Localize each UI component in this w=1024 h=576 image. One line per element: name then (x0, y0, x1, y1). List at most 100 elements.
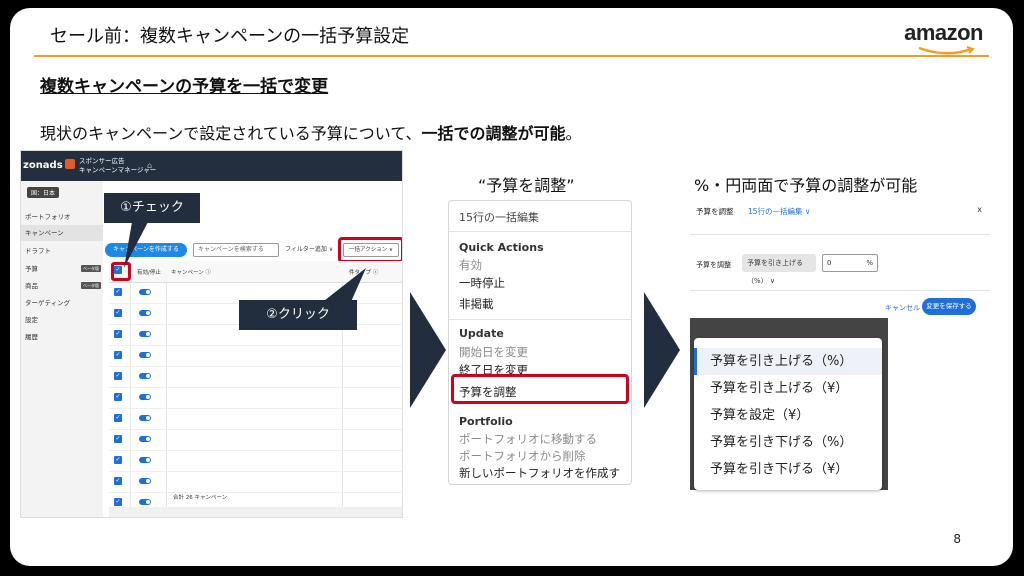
step-arrow-icon (410, 292, 446, 408)
title-divider (34, 55, 989, 57)
flag-icon (65, 159, 75, 169)
dialog-divider (690, 290, 990, 291)
sidebar-item-label: 商品 (25, 282, 38, 290)
table-row[interactable]: ✓ (109, 430, 402, 451)
menu-item-enable[interactable]: 有効 (459, 257, 482, 273)
sidebar-item-budget[interactable]: 予算 ベータ版 (21, 261, 103, 277)
sidebar-item-label: ポートフォリオ (25, 213, 71, 221)
table-row[interactable]: ✓ (109, 451, 402, 472)
cancel-button[interactable]: キャンセル (885, 303, 920, 313)
dialog-divider (690, 234, 990, 235)
sidebar-item-settings[interactable]: 設定 (21, 312, 103, 328)
status-toggle[interactable] (139, 415, 151, 421)
manager-line-2: キャンペーンマネージャー (79, 166, 157, 174)
row-checkbox[interactable]: ✓ (114, 393, 122, 401)
menu-item-archive[interactable]: 非掲載 (459, 296, 494, 312)
step-arrow-icon (644, 292, 680, 408)
sidebar-item-portfolio[interactable]: ポートフォリオ (21, 209, 103, 225)
status-toggle[interactable] (139, 289, 151, 295)
sidebar-item-label: 設定 (25, 316, 38, 324)
adjust-caption: %・円両面で予算の調整が可能 (694, 176, 918, 195)
save-changes-button[interactable]: 変更を保存する (922, 298, 976, 315)
row-checkbox[interactable]: ✓ (114, 498, 122, 506)
dialog-row-count-dropdown[interactable]: 15行の一括編集 ∨ (748, 206, 810, 217)
close-icon[interactable]: x (977, 205, 982, 214)
menu-item-create-portfolio[interactable]: 新しいポートフォリオを作成する (459, 465, 631, 484)
status-toggle[interactable] (139, 331, 151, 337)
row-checkbox[interactable]: ✓ (114, 330, 122, 338)
check-pointer-icon (124, 222, 148, 268)
country-selector[interactable]: 国：日本 (27, 187, 60, 198)
menu-caption: “予算を調整” (478, 176, 575, 195)
table-row[interactable]: ✓ (109, 409, 402, 430)
sidebar-item-drafts[interactable]: ドラフト (21, 243, 103, 259)
table-row[interactable]: ✓ (109, 472, 402, 493)
add-filter-button[interactable]: フィルター追加 ∨ (285, 243, 333, 257)
option-increase-yen[interactable]: 予算を引き上げる（¥） (694, 375, 882, 402)
sidebar-item-label: ターゲティング (25, 299, 71, 307)
menu-item-remove-from-portfolio[interactable]: ポートフォリオから削除 (459, 448, 586, 464)
row-checkbox[interactable]: ✓ (114, 435, 122, 443)
campaign-console-screenshot: zonads スポンサー広告 キャンペーンマネージャー ⌂ 国：日本 ポートフォ… (20, 150, 403, 518)
sidebar-item-products[interactable]: 商品 ベータ版 (21, 278, 103, 294)
campaign-search-input[interactable]: キャンペーンを検索する (193, 243, 279, 257)
home-icon[interactable]: ⌂ (147, 161, 152, 170)
console-brand: zonads (23, 160, 63, 171)
sidebar-item-label: 履歴 (25, 333, 38, 341)
option-decrease-yen[interactable]: 予算を引き下げる（¥） (694, 456, 882, 483)
menu-item-move-to-portfolio[interactable]: ポートフォリオに移動する (459, 431, 597, 447)
row-checkbox[interactable]: ✓ (114, 414, 122, 422)
status-toggle[interactable] (139, 373, 151, 379)
check-callout: ①チェック (104, 193, 200, 223)
dialog-title: 予算を調整 (696, 207, 734, 216)
section-heading: 複数キャンペーンの予算を一括で変更 (40, 77, 329, 97)
table-row[interactable]: ✓ (109, 367, 402, 388)
adjust-budget-dialog: 予算を調整 15行の一括編集 ∨ x 予算を調整 予算を引き上げる（%） ∨ 0… (690, 198, 990, 318)
amazon-logo: amazon (904, 20, 983, 45)
beta-badge: ベータ版 (81, 265, 101, 272)
option-increase-percent[interactable]: 予算を引き上げる（%） (694, 348, 882, 375)
status-toggle[interactable] (139, 394, 151, 400)
sidebar-item-label: 予算 (25, 265, 38, 273)
bulk-edit-menu: 15行の一括編集 Quick Actions 有効 一時停止 非掲載 Updat… (448, 200, 632, 485)
menu-section-portfolio: Portfolio (459, 415, 513, 428)
menu-item-change-start-date[interactable]: 開始日を変更 (459, 344, 528, 360)
table-row[interactable]: ✓ (109, 346, 402, 367)
status-toggle[interactable] (139, 310, 151, 316)
campaign-total: 合計 26 キャンペーン (173, 495, 228, 501)
row-checkbox[interactable]: ✓ (114, 309, 122, 317)
option-set-yen[interactable]: 予算を設定（¥） (694, 402, 882, 429)
status-toggle[interactable] (139, 457, 151, 463)
console-sidebar: 国：日本 ポートフォリオ キャンペーン ドラフト 予算 ベータ版 商品 ベータ版 タ… (21, 181, 103, 517)
status-toggle[interactable] (139, 352, 151, 358)
row-checkbox[interactable]: ✓ (114, 351, 122, 359)
table-scrollbar[interactable] (109, 507, 402, 517)
status-toggle[interactable] (139, 499, 151, 505)
menu-item-pause[interactable]: 一時停止 (459, 275, 505, 291)
table-row[interactable]: ✓ (109, 388, 402, 409)
beta-badge: ベータ版 (81, 282, 101, 289)
console-header: zonads スポンサー広告 キャンペーンマネージャー ⌂ (21, 151, 402, 181)
bulk-actions-highlight (338, 237, 402, 263)
page-number: 8 (953, 532, 961, 546)
description-emphasis: 一括での調整が可能 (421, 124, 566, 143)
row-checkbox[interactable]: ✓ (114, 456, 122, 464)
column-header-campaign[interactable]: キャンペーン ⓘ (171, 268, 211, 276)
row-checkbox[interactable]: ✓ (114, 372, 122, 380)
click-callout: ②クリック (239, 300, 357, 330)
sidebar-item-history[interactable]: 履歴 (21, 329, 103, 345)
row-checkbox[interactable]: ✓ (114, 288, 122, 296)
sidebar-item-targeting[interactable]: ターゲティング (21, 295, 103, 311)
description-end: 。 (565, 124, 582, 143)
adjust-type-select[interactable]: 予算を引き上げる（%） ∨ (742, 254, 816, 285)
adjust-row-label: 予算を調整 (696, 261, 731, 269)
option-decrease-percent[interactable]: 予算を引き下げる（%） (694, 429, 882, 456)
adjust-type-options: 予算を引き上げる（%） 予算を引き上げる（¥） 予算を設定（¥） 予算を引き下げ… (694, 338, 882, 490)
sidebar-item-campaigns[interactable]: キャンペーン (21, 225, 103, 241)
status-toggle[interactable] (139, 436, 151, 442)
adjust-amount-input[interactable]: 0% (822, 254, 878, 272)
row-checkbox[interactable]: ✓ (114, 477, 122, 485)
status-toggle[interactable] (139, 478, 151, 484)
sidebar-item-label: ドラフト (25, 247, 51, 255)
menu-divider (449, 231, 631, 232)
